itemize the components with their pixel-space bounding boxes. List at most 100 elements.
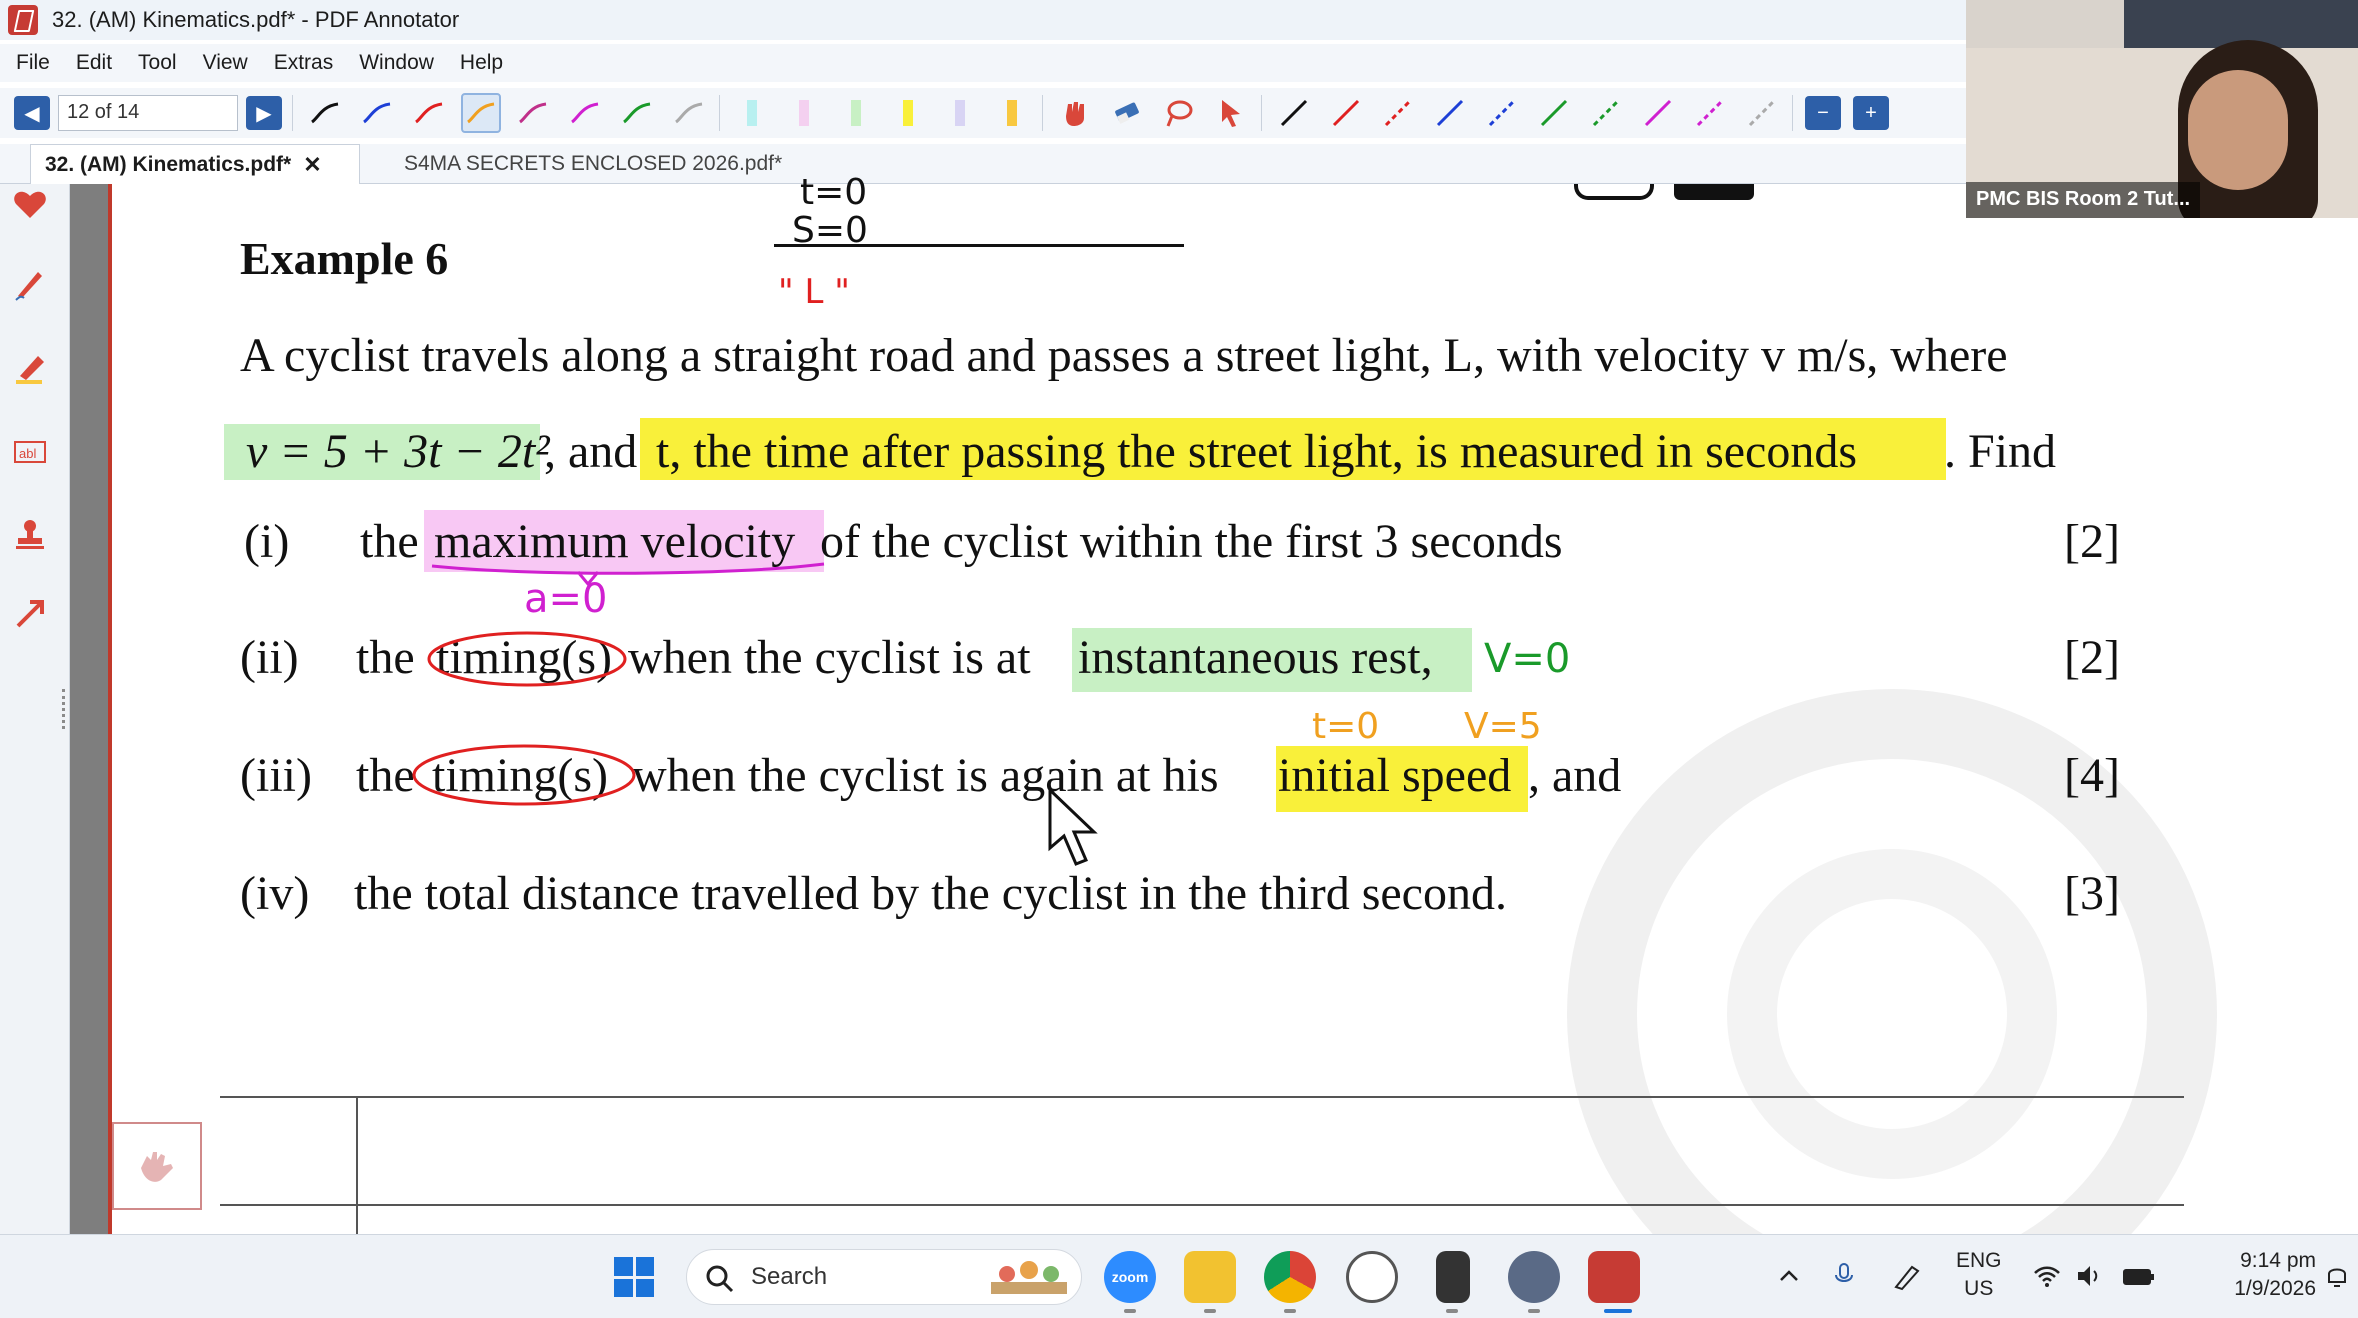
problem-line-2-highlight: t, the time after passing the street lig… [656, 425, 1858, 478]
dashed-line-green-icon[interactable] [1586, 93, 1626, 133]
part-i-pre: the [360, 515, 419, 568]
toolbar-separator [719, 95, 720, 131]
clock-app-icon[interactable] [1346, 1251, 1398, 1303]
line-black-icon[interactable] [1274, 93, 1314, 133]
highlighter-pink-icon[interactable] [784, 93, 824, 133]
pen-gray-icon[interactable] [669, 93, 709, 133]
select-arrow-icon[interactable] [1211, 93, 1251, 133]
highlighter-lavender-icon[interactable] [940, 93, 980, 133]
part-i-number: (i) [244, 515, 290, 568]
problem-line-2-mid: , and [544, 425, 638, 478]
highlighter-cyan-icon[interactable] [732, 93, 772, 133]
pen-black-icon[interactable] [305, 93, 345, 133]
problem-line-2-end: . Find [1944, 425, 2057, 478]
table-rule [220, 1096, 2184, 1098]
pen-tool-icon[interactable] [10, 264, 50, 304]
chevron-up-icon[interactable] [1772, 1259, 1806, 1293]
part-ii-pre: the [356, 631, 415, 684]
hand-tool-icon[interactable] [1055, 93, 1095, 133]
dashed-line-blue-icon[interactable] [1482, 93, 1522, 133]
search-highlight-illustration [991, 1261, 1067, 1294]
highlighter-yellow-icon[interactable] [888, 93, 928, 133]
eraser-icon[interactable] [1107, 93, 1147, 133]
stamp-icon[interactable] [10, 514, 50, 554]
system-clock[interactable]: 9:14 pm 1/9/2026 [2176, 1247, 2316, 1303]
part-iii-mid: when the cyclist is again at his [632, 749, 1219, 802]
part-i-marks: [2] [2064, 515, 2120, 568]
notifications-icon[interactable] [2320, 1259, 2354, 1293]
tab-kinematics[interactable]: 32. (AM) Kinematics.pdf* ✕ [30, 144, 360, 184]
problem-line-1: A cyclist travels along a straight road … [240, 329, 2008, 382]
example-heading: Example 6 [240, 233, 449, 284]
line-red-icon[interactable] [1326, 93, 1366, 133]
compass-app-icon[interactable] [1508, 1251, 1560, 1303]
toolbar-separator [1792, 95, 1793, 131]
next-page-button[interactable]: ▶ [246, 96, 282, 130]
menu-edit[interactable]: Edit [76, 51, 112, 75]
hand-icon [141, 1152, 173, 1182]
pdf-annotator-taskbar-icon[interactable] [1588, 1251, 1640, 1303]
pen-magenta-icon[interactable] [565, 93, 605, 133]
microphone-icon[interactable] [1830, 1259, 1864, 1293]
line-magenta-icon[interactable] [1638, 93, 1678, 133]
line-blue-icon[interactable] [1430, 93, 1470, 133]
title-bar: 32. (AM) Kinematics.pdf* - PDF Annotator [0, 0, 1966, 40]
menu-tool[interactable]: Tool [138, 51, 177, 75]
app-active-indicator [1604, 1309, 1632, 1313]
calculator-icon[interactable] [1436, 1251, 1470, 1303]
pen-orange-icon[interactable] [461, 93, 501, 133]
part-iv-text: the total distance travelled by the cycl… [354, 867, 1507, 920]
ink-circle-red [412, 744, 636, 806]
highlighter-orange-icon[interactable] [992, 93, 1032, 133]
menu-file[interactable]: File [16, 51, 50, 75]
input-language[interactable]: ENG US [1956, 1247, 2002, 1303]
table-column-rule [356, 1096, 358, 1234]
person-face [2188, 70, 2288, 190]
sidebar-resize-grip[interactable] [62, 689, 66, 729]
menu-window[interactable]: Window [359, 51, 434, 75]
tab-s4ma-secrets[interactable]: S4MA SECRETS ENCLOSED 2026.pdf* [390, 144, 796, 184]
battery-icon[interactable] [2122, 1259, 2156, 1293]
part-ii-number: (ii) [240, 631, 299, 684]
region-code: US [1964, 1277, 1994, 1300]
zoom-out-button[interactable]: − [1805, 96, 1841, 130]
previous-page-button[interactable]: ◀ [14, 96, 50, 130]
dashed-line-magenta-icon[interactable] [1690, 93, 1730, 133]
volume-icon[interactable] [2072, 1259, 2106, 1293]
part-ii-marks: [2] [2064, 631, 2120, 684]
menu-view[interactable]: View [203, 51, 248, 75]
close-tab-icon[interactable]: ✕ [303, 152, 321, 178]
page-number-field[interactable]: 12 of 14 [58, 95, 238, 131]
cropped-shape [1674, 184, 1754, 200]
dashed-line-red-icon[interactable] [1378, 93, 1418, 133]
windows-start-icon[interactable] [614, 1257, 654, 1297]
pen-green-icon[interactable] [617, 93, 657, 133]
arrow-tool-icon[interactable] [10, 594, 50, 634]
ink-t-equals-0: t=0 [800, 172, 868, 213]
chrome-icon[interactable] [1264, 1251, 1316, 1303]
language-code: ENG [1956, 1249, 2002, 1272]
pen-tray-icon[interactable] [1890, 1259, 1924, 1293]
file-explorer-icon[interactable] [1184, 1251, 1236, 1303]
pen-pink-icon[interactable] [513, 93, 553, 133]
lasso-icon[interactable] [1159, 93, 1199, 133]
ink-v-equals-0: V=0 [1484, 636, 1571, 682]
hand-tool-floating-button[interactable] [112, 1122, 202, 1210]
line-green-icon[interactable] [1534, 93, 1574, 133]
highlighter-tool-icon[interactable] [10, 348, 50, 388]
menu-help[interactable]: Help [460, 51, 503, 75]
taskbar-search-box[interactable]: Search [686, 1249, 1082, 1305]
wifi-icon[interactable] [2030, 1259, 2064, 1293]
highlighter-green-icon[interactable] [836, 93, 876, 133]
windows-taskbar: Search zoom ENG US 9:14 pm 1/9/2026 [0, 1234, 2358, 1318]
zoom-app-icon[interactable]: zoom [1104, 1251, 1156, 1303]
zoom-in-button[interactable]: + [1853, 96, 1889, 130]
text-box-icon[interactable]: abl [10, 432, 50, 472]
ink-L-label: " L " [778, 272, 850, 312]
pen-blue-icon[interactable] [357, 93, 397, 133]
pen-red-icon[interactable] [409, 93, 449, 133]
part-ii-key2: instantaneous rest, [1078, 631, 1433, 684]
menu-extras[interactable]: Extras [274, 51, 334, 75]
dashed-line-gray-icon[interactable] [1742, 93, 1782, 133]
favorites-heart-icon[interactable] [10, 184, 50, 224]
